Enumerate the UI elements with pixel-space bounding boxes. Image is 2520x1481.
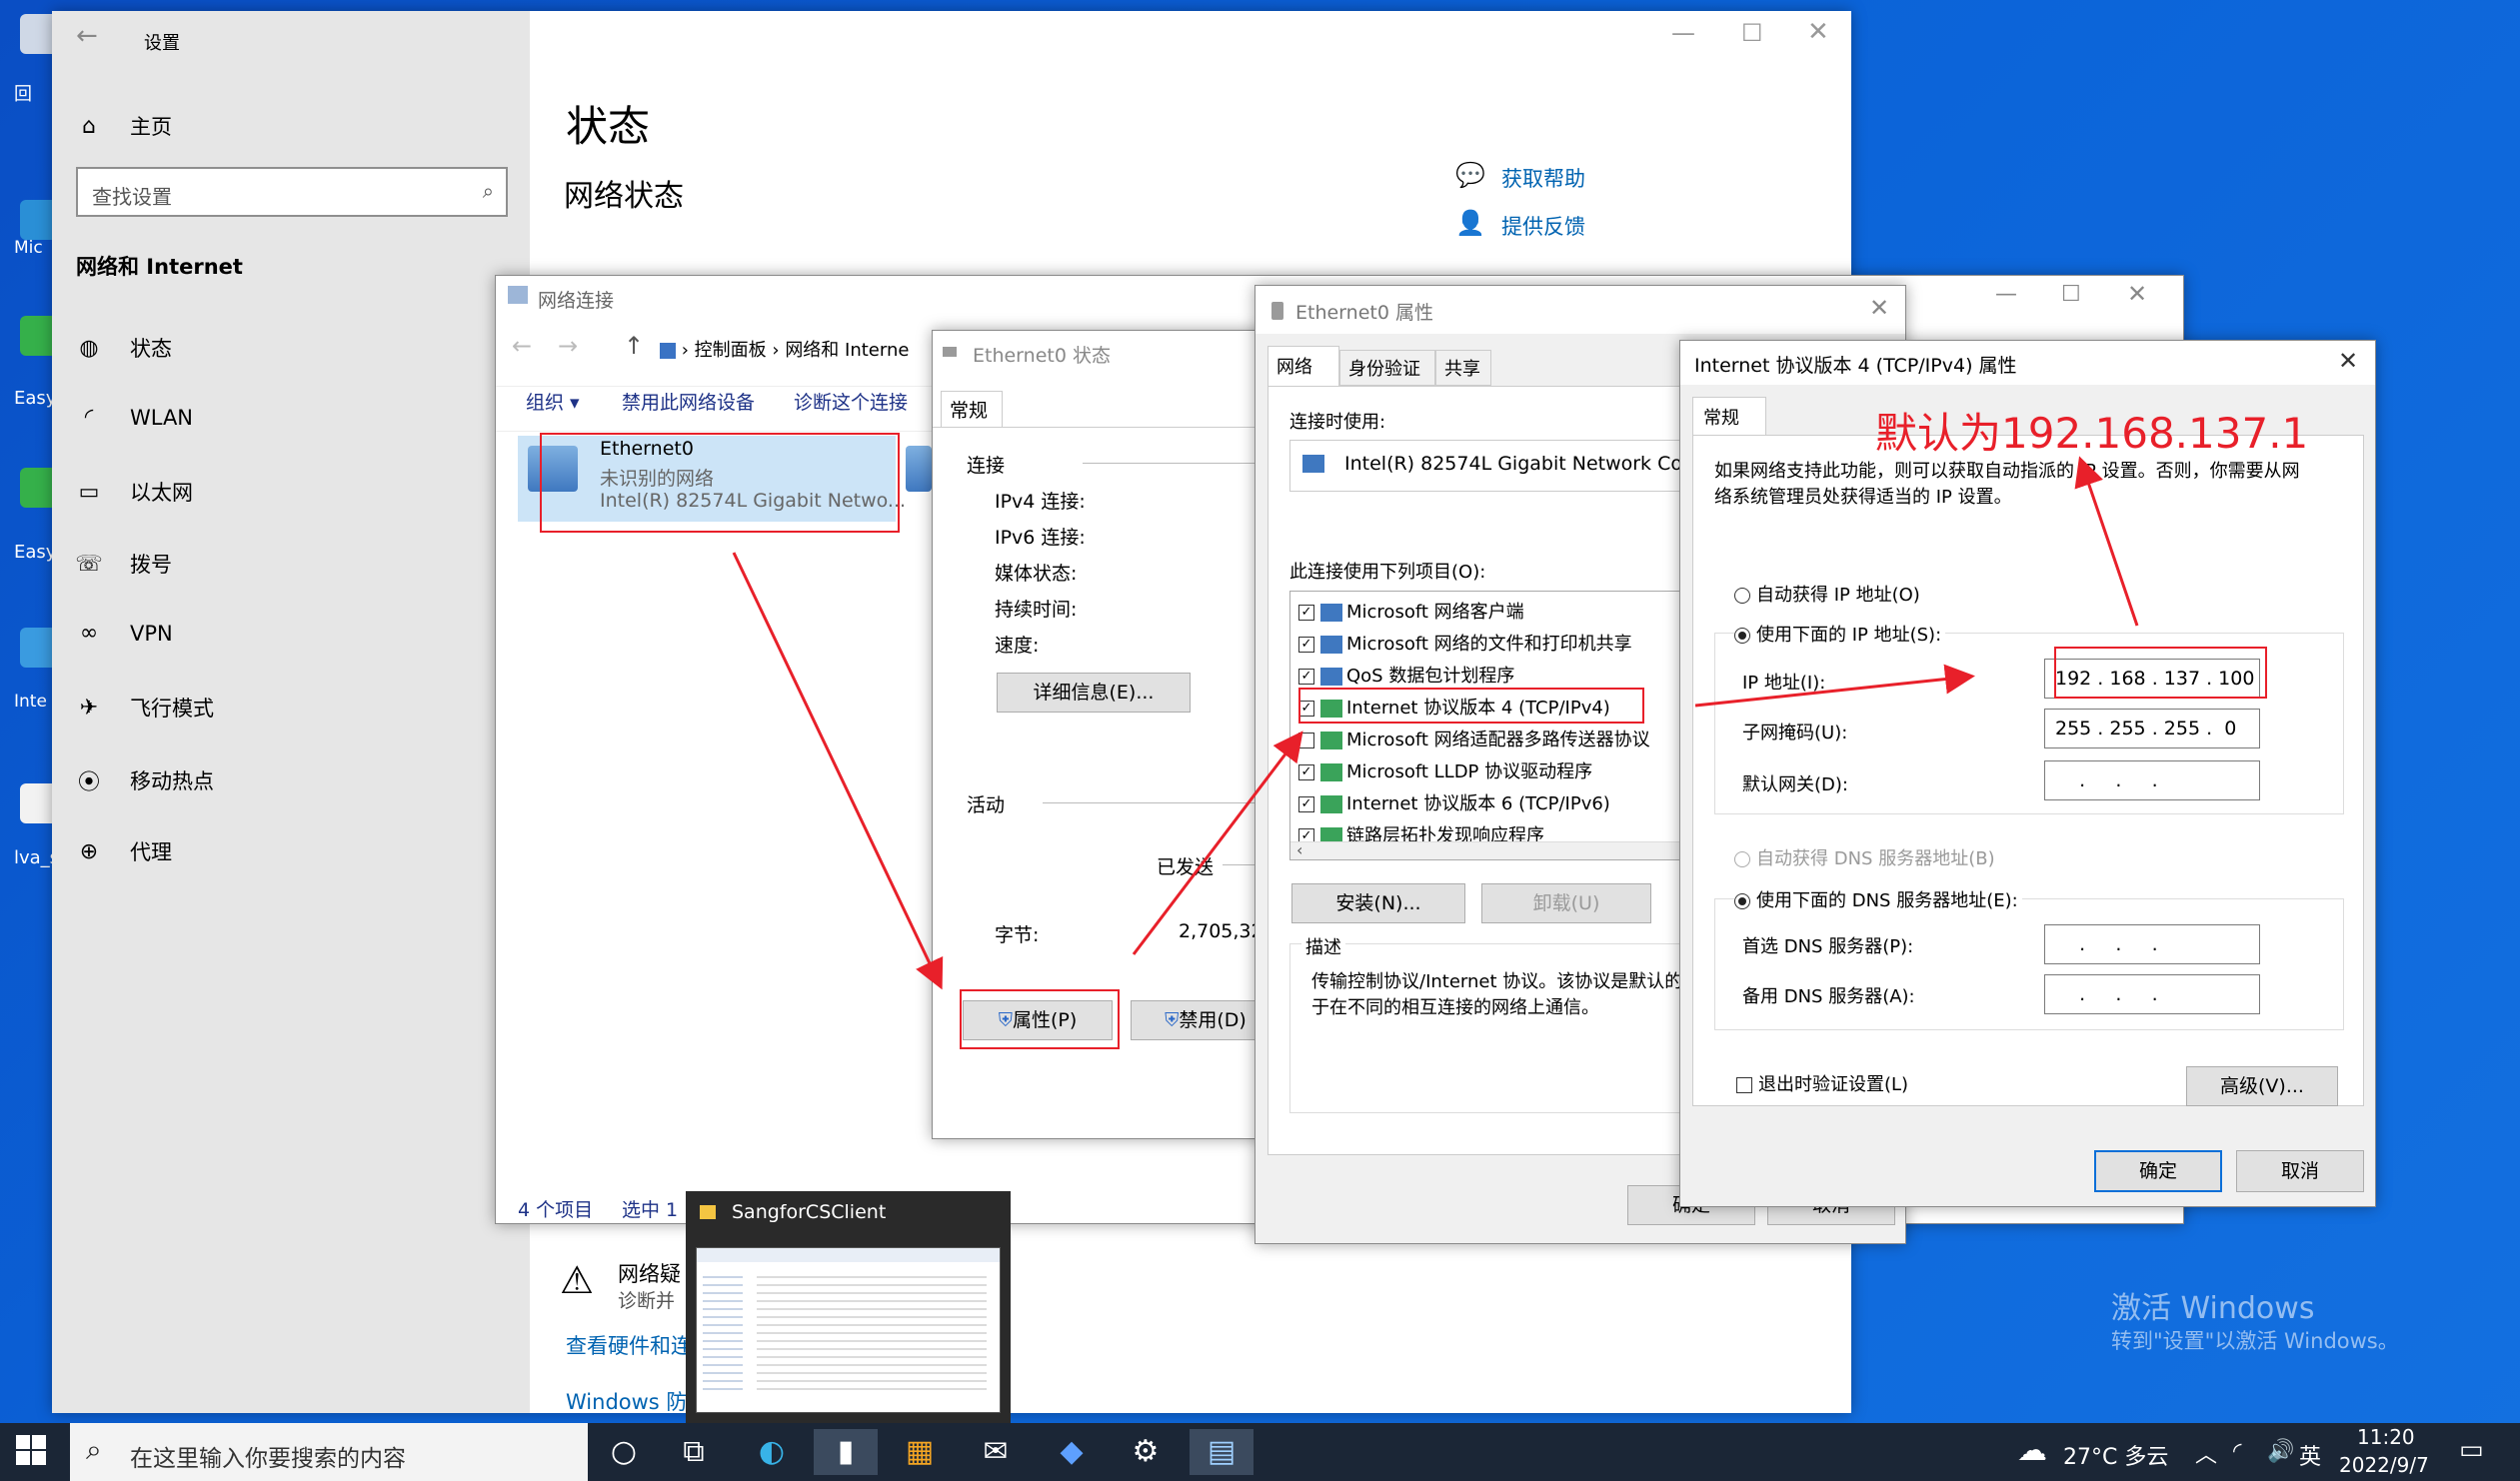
ime-indicator[interactable]: 英: [2299, 1439, 2321, 1471]
activation-title: 激活 Windows: [2111, 1291, 2315, 1326]
arrow-field-to-annotation: [2074, 456, 2139, 627]
weather-text[interactable]: 27°C 多云: [2063, 1439, 2168, 1471]
start-button[interactable]: [16, 1435, 46, 1465]
volume-icon[interactable]: 🔊: [2267, 1439, 2294, 1464]
sangfor-app-icon[interactable]: ◆: [1040, 1429, 1104, 1475]
task-view-icon[interactable]: ⧉: [662, 1429, 726, 1475]
arrow-status-to-ipv4-item: [1132, 731, 1303, 955]
arrow-adapter-to-properties: [732, 552, 944, 990]
annotation-arrows: [732, 456, 2139, 990]
notification-icon[interactable]: ▭: [2459, 1435, 2484, 1465]
activation-sub: 转到"设置"以激活 Windows。: [2111, 1329, 2399, 1353]
store-icon[interactable]: ▦: [888, 1429, 952, 1475]
preview-title: SangforCSClient: [732, 1201, 887, 1223]
taskbar-search[interactable]: ⌕ 在这里输入你要搜索的内容: [70, 1423, 588, 1481]
mail-icon[interactable]: ✉: [964, 1429, 1028, 1475]
arrow-ipv4-to-ip-field: [1694, 664, 1975, 708]
preview-thumbnail: [696, 1247, 1001, 1413]
clock-date[interactable]: 2022/9/7: [2339, 1453, 2429, 1477]
edge-icon[interactable]: ◐: [740, 1429, 804, 1475]
weather-icon: ☁: [2017, 1433, 2047, 1468]
settings-gear-icon[interactable]: ⚙: [1114, 1429, 1178, 1475]
chevron-up-icon[interactable]: ︿: [2195, 1437, 2217, 1469]
clock-time[interactable]: 11:20: [2357, 1425, 2415, 1449]
search-icon: ⌕: [86, 1433, 102, 1466]
network-connections-taskbar-icon[interactable]: ▤: [1190, 1429, 1254, 1475]
taskbar-preview-sangfor[interactable]: SangforCSClient: [686, 1191, 1011, 1429]
network-tray-icon[interactable]: ◜: [2233, 1439, 2242, 1464]
file-explorer-icon[interactable]: ▮: [814, 1429, 878, 1475]
cortana-icon[interactable]: ○: [592, 1429, 656, 1475]
folder-icon: [700, 1205, 716, 1219]
